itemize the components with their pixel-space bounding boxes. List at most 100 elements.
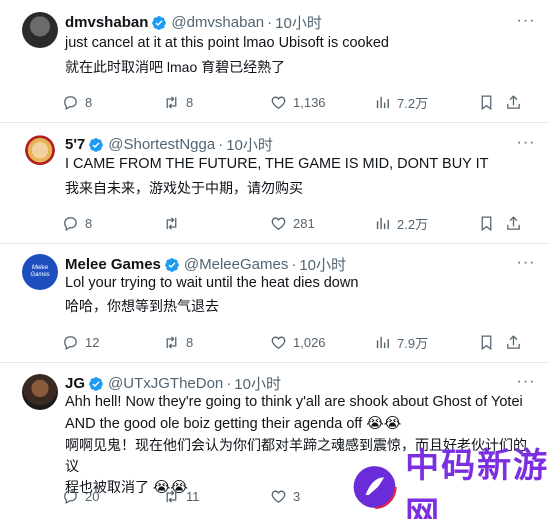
bookmark-button[interactable] xyxy=(478,213,501,233)
separator-dot: · xyxy=(267,14,273,31)
repost-button[interactable] xyxy=(163,213,186,233)
avatar[interactable] xyxy=(22,374,58,410)
views-button[interactable]: 7.2万 xyxy=(374,92,428,112)
display-name[interactable]: dmvshaban xyxy=(65,14,148,31)
verified-badge-icon xyxy=(88,137,104,153)
views-icon xyxy=(374,215,391,232)
more-options-icon[interactable]: ··· xyxy=(516,254,536,272)
tweet-header: Melee Games @MeleeGames · 10小时 xyxy=(65,254,346,275)
tweet-text: Ahh hell! Now they're going to think y'a… xyxy=(65,392,535,435)
tweet-text: I CAME FROM THE FUTURE, THE GAME IS MID,… xyxy=(65,156,489,172)
bookmark-icon xyxy=(478,94,495,111)
view-count: 2.2万 xyxy=(397,216,429,232)
like-icon xyxy=(270,215,287,232)
more-options-icon[interactable]: ··· xyxy=(516,134,536,152)
bookmark-button[interactable] xyxy=(478,92,501,112)
share-button[interactable] xyxy=(505,92,528,112)
reply-icon xyxy=(62,215,79,232)
reply-button[interactable]: 8 xyxy=(62,213,92,233)
views-button[interactable]: 2.2万 xyxy=(374,213,428,233)
repost-count: 8 xyxy=(186,94,194,110)
display-name[interactable]: JG xyxy=(65,375,85,392)
reply-icon xyxy=(62,488,79,505)
avatar[interactable] xyxy=(22,134,58,170)
avatar-logo-text: Melee Games xyxy=(30,265,50,278)
separator-dot: · xyxy=(291,256,297,273)
like-count: 1,026 xyxy=(293,334,326,350)
views-icon xyxy=(374,94,391,111)
reply-count: 8 xyxy=(85,94,93,110)
watermark-logo-icon xyxy=(352,464,397,510)
repost-button[interactable]: 8 xyxy=(163,92,193,112)
avatar[interactable] xyxy=(22,12,58,48)
timestamp[interactable]: 10小时 xyxy=(299,254,346,275)
separator-dot: · xyxy=(226,375,232,392)
tweet-translation: 哈哈，你想等到热气退去 xyxy=(65,298,219,314)
verified-badge-icon xyxy=(164,257,180,273)
tweet-header: 5'7 @ShortestNgga · 10小时 xyxy=(65,134,273,155)
reply-count: 20 xyxy=(85,488,100,504)
reply-button[interactable]: 12 xyxy=(62,332,99,352)
action-bar: 8 281 2.2万 xyxy=(62,213,532,233)
like-count: 1,136 xyxy=(293,94,326,110)
share-button[interactable] xyxy=(505,213,528,233)
share-icon xyxy=(505,334,522,351)
views-icon xyxy=(374,334,391,351)
reply-button[interactable]: 8 xyxy=(62,92,92,112)
action-bar: 12 8 1,026 7.9万 xyxy=(62,332,532,352)
handle[interactable]: @MeleeGames xyxy=(184,256,288,273)
repost-count: 8 xyxy=(186,334,194,350)
repost-icon xyxy=(163,215,180,232)
like-button[interactable]: 1,026 xyxy=(270,332,326,352)
repost-icon xyxy=(163,488,180,505)
like-icon xyxy=(270,488,287,505)
reply-button[interactable]: 20 xyxy=(62,486,99,506)
like-count: 281 xyxy=(293,215,315,231)
tweet-text-line: Ahh hell! Now they're going to think y'a… xyxy=(65,394,523,410)
reply-count: 8 xyxy=(85,215,93,231)
like-button[interactable]: 281 xyxy=(270,213,315,233)
like-button[interactable]: 1,136 xyxy=(270,92,326,112)
timestamp[interactable]: 10小时 xyxy=(275,12,322,33)
reply-count: 12 xyxy=(85,334,100,350)
crying-emoji: 😭😭 xyxy=(366,415,402,432)
bookmark-icon xyxy=(478,334,495,351)
reply-icon xyxy=(62,94,79,111)
more-options-icon[interactable]: ··· xyxy=(516,373,536,391)
more-options-icon[interactable]: ··· xyxy=(516,12,536,30)
tweet-shortestngga[interactable]: 5'7 @ShortestNgga · 10小时 ··· I CAME FROM… xyxy=(0,123,550,244)
tweet-translation: 我来自未来，游戏处于中期，请勿购买 xyxy=(65,180,303,196)
bookmark-button[interactable] xyxy=(478,332,501,352)
watermark-text: 中码新游网 xyxy=(405,447,550,519)
repost-button[interactable]: 8 xyxy=(163,332,193,352)
site-watermark: 中码新游网 xyxy=(300,447,550,519)
handle[interactable]: @ShortestNgga xyxy=(108,136,215,153)
repost-icon xyxy=(163,94,180,111)
tweet-header: JG @UTxJGTheDon · 10小时 xyxy=(65,373,281,394)
share-icon xyxy=(505,215,522,232)
like-icon xyxy=(270,94,287,111)
views-button[interactable]: 7.9万 xyxy=(374,332,428,352)
tweet-translation: 就在此时取消吧 lmao 育碧已经熟了 xyxy=(65,59,286,75)
display-name[interactable]: 5'7 xyxy=(65,136,85,153)
share-button[interactable] xyxy=(505,332,528,352)
verified-badge-icon xyxy=(88,376,104,392)
reply-icon xyxy=(62,334,79,351)
repost-button[interactable]: 11 xyxy=(163,486,200,506)
share-icon xyxy=(505,94,522,111)
tweet-text-fragment: AND the good ole boiz getting their agen… xyxy=(65,416,363,432)
bookmark-icon xyxy=(478,215,495,232)
verified-badge-icon xyxy=(151,15,167,31)
timestamp[interactable]: 10小时 xyxy=(234,373,281,394)
timestamp[interactable]: 10小时 xyxy=(226,134,273,155)
tweet-meleegames[interactable]: Melee Games Melee Games @MeleeGames · 10… xyxy=(0,244,550,363)
tweet-dmvshaban[interactable]: dmvshaban @dmvshaban · 10小时 ··· just can… xyxy=(0,0,550,123)
display-name[interactable]: Melee Games xyxy=(65,256,161,273)
view-count: 7.2万 xyxy=(397,95,429,111)
separator-dot: · xyxy=(218,136,224,153)
handle[interactable]: @dmvshaban xyxy=(171,14,264,31)
handle[interactable]: @UTxJGTheDon xyxy=(108,375,223,392)
tweet-text: Lol your trying to wait until the heat d… xyxy=(65,275,359,291)
view-count: 7.9万 xyxy=(397,335,429,351)
avatar[interactable]: Melee Games xyxy=(22,254,58,290)
